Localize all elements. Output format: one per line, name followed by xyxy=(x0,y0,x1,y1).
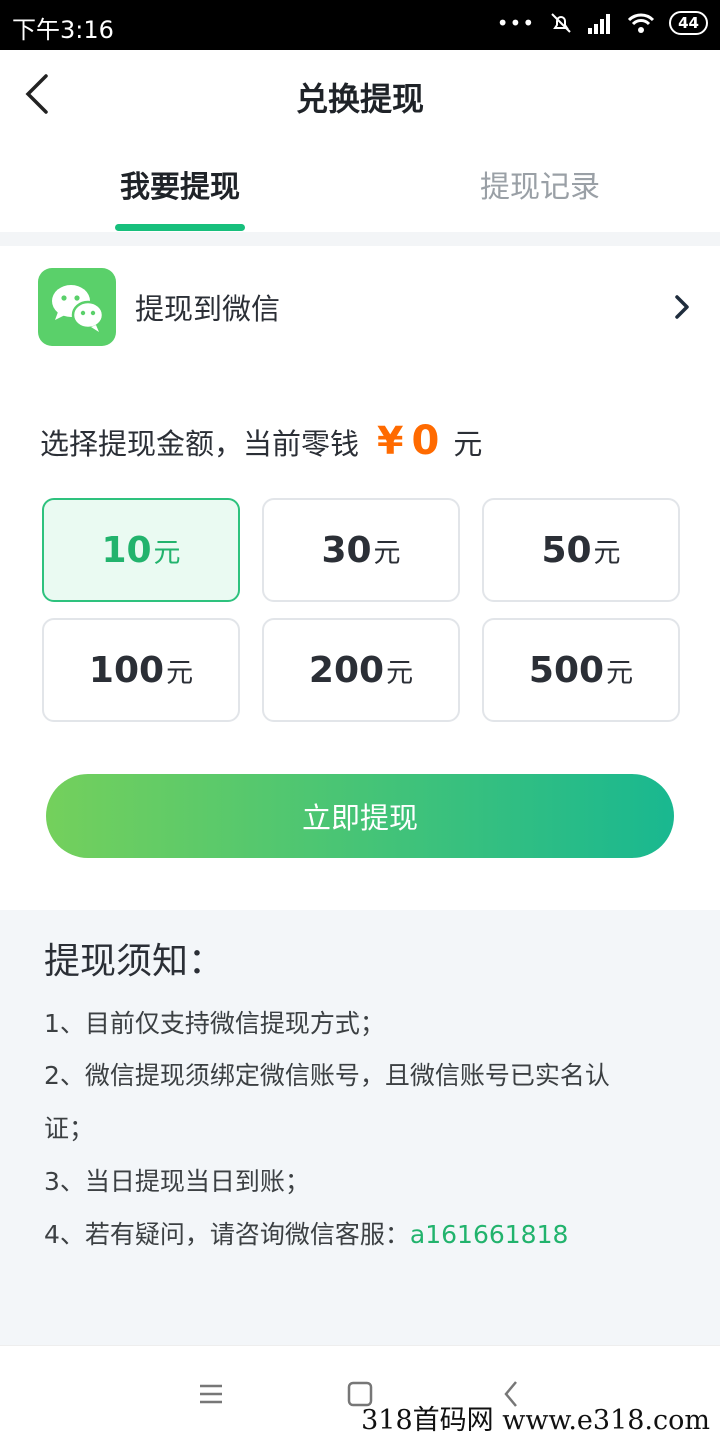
option-unit: 元 xyxy=(606,657,634,689)
amount-option-10[interactable]: 10 元 xyxy=(42,498,240,602)
notice-line-4: 4、若有疑问，请咨询微信客服：a161661818 xyxy=(44,1215,568,1251)
nav-bar: 兑换提现 xyxy=(0,50,720,142)
withdraw-notice: 提现须知： 1、目前仅支持微信提现方式； 2、微信提现须绑定微信账号，且微信账号… xyxy=(0,910,720,1345)
status-bar: 下午3:16 ••• 44 xyxy=(0,0,720,50)
notice-line-2-cont: 证； xyxy=(44,1114,95,1143)
wifi-icon xyxy=(628,13,655,33)
amount-prompt-text: 选择提现金额，当前零钱 xyxy=(40,427,360,461)
option-value: 10 xyxy=(101,529,152,571)
chevron-right-icon xyxy=(675,295,689,319)
option-value: 30 xyxy=(321,529,372,571)
withdraw-to-wechat-label: 提现到微信 xyxy=(135,292,281,326)
amount-option-500[interactable]: 500 元 xyxy=(482,618,680,722)
option-unit: 元 xyxy=(166,657,194,689)
signal-icon xyxy=(588,14,611,34)
amount-options-grid: 10 元 30 元 50 元 100 元 200 元 500 元 xyxy=(42,498,680,722)
notice-line-1: 1、目前仅支持微信提现方式； xyxy=(44,1009,385,1038)
withdraw-to-wechat-row[interactable]: 提现到微信 xyxy=(0,262,720,352)
tab-withdraw[interactable]: 我要提现 xyxy=(70,162,290,206)
option-value: 500 xyxy=(528,649,605,691)
menu-icon[interactable] xyxy=(193,1376,229,1412)
battery-icon: 44 xyxy=(669,11,708,35)
option-unit: 元 xyxy=(373,537,401,569)
watermark: 318首码网 www.e318.com xyxy=(361,1405,710,1436)
wechat-icon xyxy=(38,268,116,346)
notice-line-2: 2、微信提现须绑定微信账号，且微信账号已实名认 xyxy=(44,1061,610,1090)
system-nav-bar: 318首码网 www.e318.com xyxy=(0,1345,720,1441)
status-icons: ••• 44 xyxy=(497,11,708,35)
status-time: 下午3:16 xyxy=(12,16,114,44)
notice-line-3: 3、当日提现当日到账； xyxy=(44,1167,310,1196)
amount-option-100[interactable]: 100 元 xyxy=(42,618,240,722)
amount-option-30[interactable]: 30 元 xyxy=(262,498,460,602)
section-divider xyxy=(0,232,720,246)
amount-option-50[interactable]: 50 元 xyxy=(482,498,680,602)
currency-symbol: ¥ xyxy=(377,419,404,463)
balance-value: 0 xyxy=(411,418,440,464)
tab-bar: 我要提现 提现记录 xyxy=(0,142,720,232)
option-value: 100 xyxy=(88,649,165,691)
notice-title: 提现须知： xyxy=(44,941,225,982)
service-wechat-id: a161661818 xyxy=(409,1220,569,1249)
more-dots-icon: ••• xyxy=(496,11,536,35)
mute-icon xyxy=(551,13,571,33)
active-tab-indicator xyxy=(115,224,245,231)
option-unit: 元 xyxy=(153,537,181,569)
notice-line-4-text: 4、若有疑问，请咨询微信客服： xyxy=(44,1220,410,1249)
withdraw-now-button[interactable]: 立即提现 xyxy=(46,774,674,858)
amount-option-200[interactable]: 200 元 xyxy=(262,618,460,722)
option-unit: 元 xyxy=(593,537,621,569)
amount-prompt: 选择提现金额，当前零钱 ¥ 0 元 xyxy=(40,418,482,464)
option-value: 200 xyxy=(308,649,385,691)
option-unit: 元 xyxy=(386,657,414,689)
tab-withdraw-records[interactable]: 提现记录 xyxy=(430,162,650,206)
balance-unit: 元 xyxy=(453,427,483,461)
option-value: 50 xyxy=(541,529,592,571)
page-title: 兑换提现 xyxy=(295,80,424,118)
